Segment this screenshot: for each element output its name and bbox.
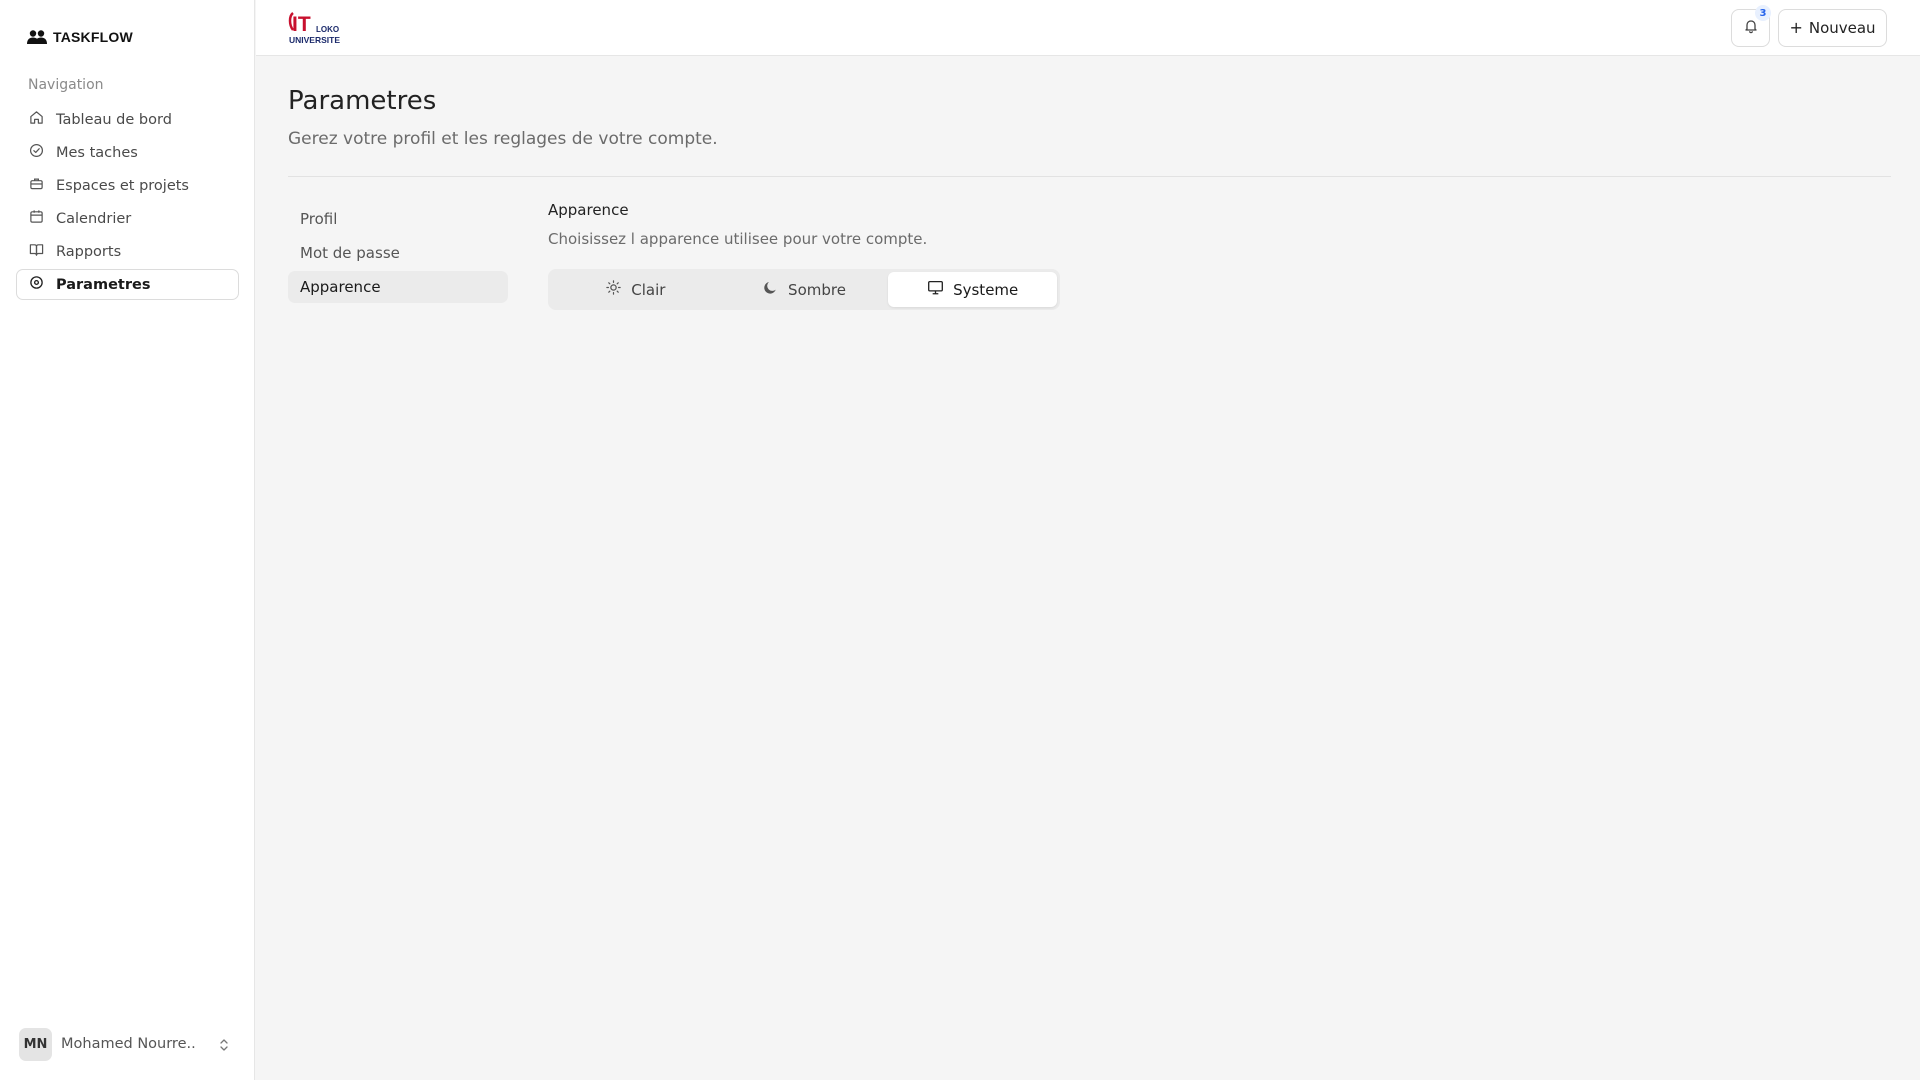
briefcase-icon xyxy=(29,176,44,195)
home-icon xyxy=(29,110,44,129)
monitor-icon xyxy=(927,279,944,300)
settings-tab-password[interactable]: Mot de passe xyxy=(288,237,508,269)
nav-heading: Navigation xyxy=(28,77,104,93)
theme-option-system[interactable]: Systeme xyxy=(888,272,1058,307)
users-icon xyxy=(27,28,47,46)
page-title: Parametres xyxy=(288,86,437,116)
theme-option-label: Sombre xyxy=(788,280,846,299)
logo-sub: LOKO xyxy=(316,25,339,34)
avatar: MN xyxy=(19,1027,52,1061)
section-description: Choisissez l apparence utilisee pour vot… xyxy=(548,230,928,248)
divider xyxy=(288,176,1891,177)
theme-option-label: Clair xyxy=(631,280,666,299)
sidebar: TASKFLOW Navigation Tableau de bord Mes … xyxy=(0,0,255,1080)
sidebar-item-label: Espaces et projets xyxy=(56,177,189,194)
chevrons-up-down-icon xyxy=(217,1037,231,1051)
new-button-label: Nouveau xyxy=(1808,19,1876,37)
sidebar-item-label: Calendrier xyxy=(56,210,132,227)
sidebar-item-dashboard[interactable]: Tableau de bord xyxy=(16,104,239,135)
university-logo[interactable]: IT LOKO UNIVERSITE xyxy=(287,10,347,46)
sidebar-item-settings[interactable]: Parametres xyxy=(16,269,239,300)
brand-name: TASKFLOW xyxy=(53,29,133,45)
new-button[interactable]: + Nouveau xyxy=(1778,9,1887,47)
logo-letters: IT xyxy=(292,13,311,36)
bell-icon xyxy=(1743,18,1759,38)
logo-caption: UNIVERSITE xyxy=(289,35,340,45)
settings-tab-profile[interactable]: Profil xyxy=(288,203,508,235)
sidebar-item-reports[interactable]: Rapports xyxy=(16,236,239,267)
user-menu[interactable]: MN Mohamed Nourre... xyxy=(19,1027,231,1061)
notification-badge: 3 xyxy=(1755,5,1771,21)
sidebar-item-tasks[interactable]: Mes taches xyxy=(16,137,239,168)
user-name: Mohamed Nourre... xyxy=(61,1036,196,1052)
page-subtitle: Gerez votre profil et les reglages de vo… xyxy=(288,129,718,149)
theme-option-label: Systeme xyxy=(953,280,1019,299)
sidebar-item-label: Parametres xyxy=(56,276,151,293)
theme-toggle: Clair Sombre Systeme xyxy=(548,269,1060,310)
settings-nav: Profil Mot de passe Apparence xyxy=(288,203,508,305)
sidebar-item-calendar[interactable]: Calendrier xyxy=(16,203,239,234)
theme-option-dark[interactable]: Sombre xyxy=(720,272,889,307)
sun-icon xyxy=(605,279,622,300)
sidebar-nav: Tableau de bord Mes taches Espaces et pr… xyxy=(16,104,239,302)
sidebar-item-spaces[interactable]: Espaces et projets xyxy=(16,170,239,201)
calendar-icon xyxy=(29,209,44,228)
section-title: Apparence xyxy=(548,201,629,219)
settings-tab-appearance[interactable]: Apparence xyxy=(288,271,508,303)
sidebar-item-label: Rapports xyxy=(56,243,122,260)
check-circle-icon xyxy=(29,143,44,162)
top-header: IT LOKO UNIVERSITE 3 + Nouveau xyxy=(256,0,1920,56)
plus-icon: + xyxy=(1789,18,1803,37)
sidebar-item-label: Tableau de bord xyxy=(56,111,172,128)
book-open-icon xyxy=(29,242,44,261)
moon-icon xyxy=(762,279,779,300)
settings-icon xyxy=(29,275,44,294)
theme-option-light[interactable]: Clair xyxy=(551,272,720,307)
sidebar-item-label: Mes taches xyxy=(56,144,138,161)
brand[interactable]: TASKFLOW xyxy=(27,28,133,46)
